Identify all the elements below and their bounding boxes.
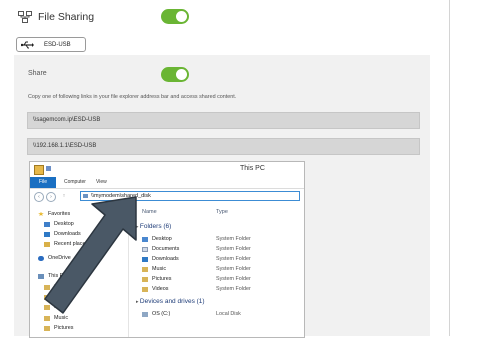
folder-row: Documents bbox=[142, 246, 179, 252]
share-description: Copy one of following links in your file… bbox=[28, 94, 237, 100]
folder-row-type: System Folder bbox=[216, 286, 251, 292]
folder-row-type: System Folder bbox=[216, 266, 251, 272]
column-type-header: Type bbox=[216, 209, 228, 215]
folder-row: Pictures bbox=[142, 276, 171, 282]
desktop-icon bbox=[142, 236, 148, 242]
explorer-address-bar: \\mymodem\shared_disk bbox=[80, 191, 300, 201]
explorer-nav-pane: Favorites Desktop Downloads Recent place… bbox=[30, 206, 129, 337]
up-arrow-icon: ↑ bbox=[62, 193, 66, 199]
nav-favorites: Favorites bbox=[38, 211, 70, 217]
drive-row: OS (C:) bbox=[142, 311, 170, 317]
nav-onedrive: OneDrive bbox=[38, 255, 71, 261]
network-share-icon bbox=[18, 11, 32, 23]
share-link-hostname[interactable]: \\sagemcom.ip\ESD-USB bbox=[27, 112, 420, 129]
folder-row-type: System Folder bbox=[216, 246, 251, 252]
onedrive-cloud-icon bbox=[38, 255, 44, 261]
nav-this-pc: This PC bbox=[38, 273, 67, 279]
usb-icon bbox=[21, 41, 34, 48]
nav-recent-places: Recent places bbox=[44, 241, 88, 247]
documents-icon bbox=[142, 246, 148, 252]
forward-icon: › bbox=[46, 192, 56, 202]
computer-icon bbox=[38, 273, 44, 279]
quick-access-icon bbox=[46, 166, 51, 171]
nav-music: Music bbox=[44, 315, 68, 321]
nav-pc-item-1: D bbox=[44, 284, 58, 290]
nav-pc-item-2: D bbox=[44, 294, 58, 300]
recent-places-icon bbox=[44, 241, 50, 247]
music-folder-icon bbox=[44, 315, 50, 321]
page-right-border bbox=[449, 0, 450, 336]
folder-row: Downloads bbox=[142, 256, 179, 262]
folder-icon bbox=[44, 284, 50, 290]
downloads-icon bbox=[142, 256, 148, 262]
folders-group-header: ▸ Folders (6) bbox=[136, 223, 172, 230]
folder-row-type: System Folder bbox=[216, 256, 251, 262]
share-toggle[interactable] bbox=[161, 67, 189, 82]
share-label: Share bbox=[28, 70, 47, 77]
explorer-ribbon: File Computer View bbox=[30, 177, 304, 189]
hard-drive-icon bbox=[142, 311, 148, 317]
music-folder-icon bbox=[142, 266, 148, 272]
ribbon-tab-file: File bbox=[30, 177, 56, 188]
folder-icon bbox=[44, 304, 50, 310]
device-tab-esd-usb[interactable]: ESD-USB bbox=[16, 37, 86, 52]
share-link-ip[interactable]: \\192.168.1.1\ESD-USB bbox=[27, 138, 420, 155]
nav-pc-item-3: D bbox=[44, 304, 58, 310]
nav-desktop: Desktop bbox=[44, 221, 74, 227]
folder-icon bbox=[34, 165, 44, 175]
explorer-window-title: This PC bbox=[240, 165, 265, 172]
explorer-screenshot: This PC File Computer View ‹ › ↑ \\mymod… bbox=[29, 161, 305, 338]
videos-folder-icon bbox=[142, 286, 148, 292]
file-sharing-title: File Sharing bbox=[38, 11, 95, 23]
devices-group-header: ▸ Devices and drives (1) bbox=[136, 298, 205, 305]
pictures-folder-icon bbox=[44, 325, 50, 331]
desktop-icon bbox=[44, 221, 50, 227]
downloads-icon bbox=[44, 231, 50, 237]
drive-row-type: Local Disk bbox=[216, 311, 241, 317]
folder-icon bbox=[44, 294, 50, 300]
star-icon bbox=[38, 211, 44, 217]
file-sharing-toggle[interactable] bbox=[161, 9, 189, 24]
column-name-header: Name bbox=[142, 209, 157, 215]
explorer-address-row: ‹ › ↑ \\mymodem\shared_disk bbox=[30, 189, 304, 203]
pictures-folder-icon bbox=[142, 276, 148, 282]
nav-pictures: Pictures bbox=[44, 325, 73, 331]
nav-downloads: Downloads bbox=[44, 231, 81, 237]
explorer-address-text: \\mymodem\shared_disk bbox=[91, 193, 151, 199]
folder-row: Videos bbox=[142, 286, 168, 292]
file-sharing-row: File Sharing bbox=[18, 7, 94, 27]
device-tab-label: ESD-USB bbox=[44, 41, 71, 48]
ribbon-tab-computer: Computer bbox=[64, 179, 86, 185]
folder-row: Desktop bbox=[142, 236, 172, 242]
ribbon-tab-view: View bbox=[96, 179, 107, 185]
explorer-titlebar: This PC bbox=[30, 162, 304, 176]
back-icon: ‹ bbox=[34, 192, 44, 202]
folder-row-type: System Folder bbox=[216, 276, 251, 282]
network-drive-icon bbox=[83, 194, 88, 198]
folder-row: Music bbox=[142, 266, 166, 272]
folder-row-type: System Folder bbox=[216, 236, 251, 242]
